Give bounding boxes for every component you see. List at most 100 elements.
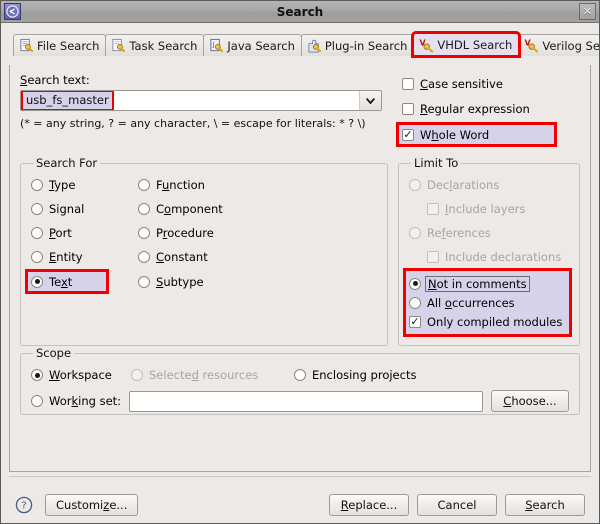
component-label: Component bbox=[156, 201, 223, 216]
tab-file-search[interactable]: File Search bbox=[13, 34, 107, 56]
whole-word-checkbox[interactable]: ✓ bbox=[402, 128, 414, 141]
customize-button[interactable]: Customize... bbox=[45, 494, 139, 516]
signal-radio[interactable] bbox=[31, 202, 43, 215]
procedure-label: Procedure bbox=[156, 225, 214, 240]
search-text-combo[interactable]: usb_fs_master bbox=[20, 90, 382, 111]
dialog-body: File Search Task Search J Java Search Pl… bbox=[1, 31, 599, 523]
only-compiled-modules-checkbox[interactable]: ✓ bbox=[409, 315, 421, 328]
search-text-column: Search text: usb_fs_master (* = any stri… bbox=[20, 73, 392, 144]
type-radio[interactable] bbox=[31, 178, 43, 191]
not-in-comments-label: Not in comments bbox=[425, 275, 530, 292]
text-radio[interactable] bbox=[31, 275, 43, 288]
subtype-radio[interactable] bbox=[138, 275, 150, 288]
tab-verilog-search[interactable]: V Verilog Search bbox=[518, 34, 599, 56]
tab-java-search[interactable]: J Java Search bbox=[203, 34, 302, 56]
scope-working-set[interactable]: Working set: bbox=[31, 392, 121, 411]
limit-only-compiled-modules[interactable]: ✓ Only compiled modules bbox=[409, 312, 565, 331]
tab-task-search[interactable]: Task Search bbox=[105, 34, 205, 56]
only-compiled-modules-label: Only compiled modules bbox=[427, 314, 563, 329]
regular-expression-checkbox[interactable] bbox=[402, 102, 414, 115]
selected-resources-radio bbox=[131, 369, 143, 381]
search-for-constant[interactable]: Constant bbox=[138, 247, 223, 266]
working-set-input[interactable] bbox=[129, 390, 483, 412]
search-button[interactable]: Search bbox=[505, 494, 585, 516]
chevron-down-icon[interactable] bbox=[359, 91, 381, 110]
enclosing-projects-radio[interactable] bbox=[294, 369, 306, 381]
search-for-function[interactable]: Function bbox=[138, 175, 223, 194]
tab-strip: File Search Task Search J Java Search Pl… bbox=[9, 31, 599, 58]
search-for-column-2: Function Component Procedure Constant Su… bbox=[138, 175, 223, 291]
not-in-comments-radio[interactable] bbox=[409, 277, 421, 290]
scope-selected-resources: Selected resources bbox=[131, 366, 294, 385]
whole-word-option[interactable]: ✓ Whole Word bbox=[396, 122, 557, 147]
search-for-text[interactable]: Text bbox=[25, 269, 109, 294]
svg-text:?: ? bbox=[21, 501, 26, 512]
search-text-label: Search text: bbox=[20, 73, 90, 87]
search-for-group: Search For Type Signal Port Entity Text … bbox=[20, 156, 388, 346]
search-for-column-1: Type Signal Port Entity Text bbox=[25, 175, 138, 294]
help-question-icon[interactable]: ? bbox=[15, 496, 33, 514]
search-for-component[interactable]: Component bbox=[138, 199, 223, 218]
tab-vhdl-search[interactable]: V VHDL Search bbox=[411, 31, 522, 58]
search-options-column: Case sensitive Regular expression ✓ Whol… bbox=[392, 73, 580, 147]
search-for-columns: Type Signal Port Entity Text Function Co… bbox=[25, 175, 377, 294]
procedure-radio[interactable] bbox=[138, 226, 150, 239]
declarations-label: Declarations bbox=[427, 177, 500, 192]
search-input[interactable]: usb_fs_master bbox=[21, 91, 359, 110]
search-for-type[interactable]: Type bbox=[31, 175, 138, 194]
limit-include-layers: Include layers bbox=[427, 199, 569, 218]
include-declarations-label: Include declarations bbox=[445, 249, 562, 264]
signal-label: Signal bbox=[49, 201, 85, 216]
search-for-legend: Search For bbox=[36, 156, 98, 170]
workspace-radio[interactable] bbox=[31, 369, 43, 381]
tab-plugin-search[interactable]: Plug-in Search bbox=[300, 34, 415, 56]
constant-radio[interactable] bbox=[138, 250, 150, 263]
type-label: Type bbox=[49, 177, 76, 192]
search-for-signal[interactable]: Signal bbox=[31, 199, 138, 218]
selected-resources-label: Selected resources bbox=[149, 368, 259, 382]
search-for-port[interactable]: Port bbox=[31, 223, 138, 242]
plugin-search-icon bbox=[308, 39, 321, 53]
limit-declarations: Declarations bbox=[409, 175, 569, 194]
working-set-label: Working set: bbox=[49, 394, 122, 408]
entity-radio[interactable] bbox=[31, 250, 43, 263]
search-text-row: Search text: usb_fs_master (* = any stri… bbox=[20, 73, 580, 147]
subtype-label: Subtype bbox=[156, 274, 204, 289]
close-icon[interactable]: ✕ bbox=[579, 3, 596, 20]
include-layers-checkbox bbox=[427, 202, 439, 215]
title-bar: Search ✕ bbox=[1, 1, 599, 23]
references-radio bbox=[409, 226, 421, 239]
search-text-hint: (* = any string, ? = any character, \ = … bbox=[20, 117, 366, 130]
function-radio[interactable] bbox=[138, 178, 150, 191]
workspace-label: Workspace bbox=[49, 368, 112, 382]
search-for-procedure[interactable]: Procedure bbox=[138, 223, 223, 242]
limit-not-in-comments[interactable]: Not in comments bbox=[409, 274, 565, 293]
tab-label: Plug-in Search bbox=[324, 38, 408, 53]
verilog-search-icon: V bbox=[525, 39, 539, 53]
replace-button[interactable]: Replace... bbox=[329, 494, 409, 516]
search-for-subtype[interactable]: Subtype bbox=[138, 272, 223, 291]
regular-expression-option[interactable]: Regular expression bbox=[402, 99, 580, 118]
scope-legend: Scope bbox=[36, 346, 72, 360]
limit-all-occurrences[interactable]: All occurrences bbox=[409, 293, 565, 312]
choose-button[interactable]: Choose... bbox=[491, 390, 569, 412]
whole-word-label: Whole Word bbox=[420, 127, 490, 142]
text-label: Text bbox=[49, 274, 73, 289]
case-sensitive-checkbox[interactable] bbox=[402, 77, 414, 90]
all-occurrences-radio[interactable] bbox=[409, 296, 421, 309]
port-label: Port bbox=[49, 225, 72, 240]
vhdl-search-panel: Search text: usb_fs_master (* = any stri… bbox=[9, 65, 591, 472]
tab-label: VHDL Search bbox=[437, 38, 513, 52]
limit-to-legend: Limit To bbox=[414, 156, 459, 170]
case-sensitive-label: Case sensitive bbox=[420, 76, 503, 91]
limit-to-group: Limit To Declarations Include layers Ref… bbox=[398, 156, 580, 346]
case-sensitive-option[interactable]: Case sensitive bbox=[402, 74, 580, 93]
working-set-radio[interactable] bbox=[31, 395, 43, 407]
component-radio[interactable] bbox=[138, 202, 150, 215]
limit-to-highlighted-block: Not in comments All occurrences ✓ Only c… bbox=[403, 268, 572, 337]
search-for-entity[interactable]: Entity bbox=[31, 247, 138, 266]
port-radio[interactable] bbox=[31, 226, 43, 239]
cancel-button[interactable]: Cancel bbox=[417, 494, 497, 516]
scope-workspace[interactable]: Workspace bbox=[31, 366, 131, 385]
scope-enclosing-projects[interactable]: Enclosing projects bbox=[294, 366, 416, 385]
